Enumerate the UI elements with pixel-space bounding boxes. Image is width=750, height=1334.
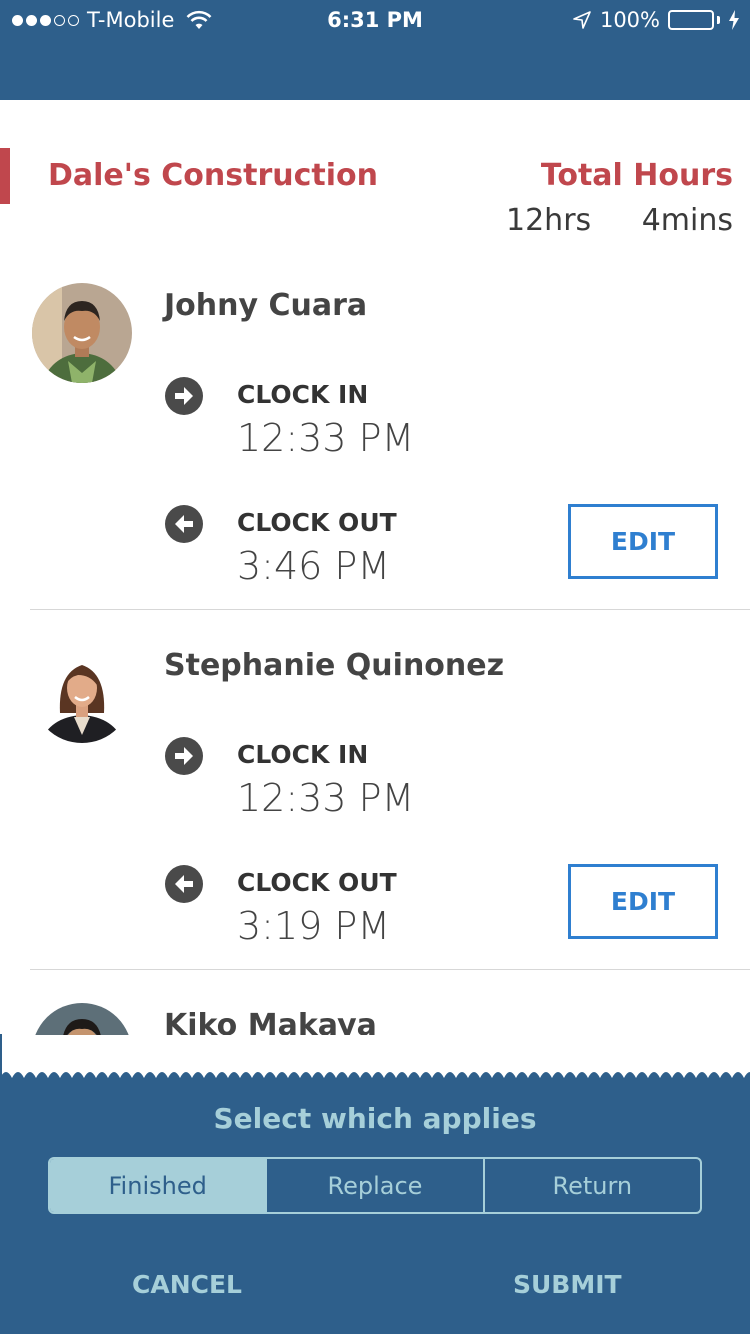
company-accent-bar — [0, 148, 10, 204]
status-right: 100% — [572, 8, 740, 32]
status-bar: T-Mobile 6:31 PM 100% — [0, 0, 750, 40]
edit-button[interactable]: EDIT — [568, 504, 718, 579]
avatar — [32, 643, 132, 743]
location-arrow-icon — [573, 11, 591, 29]
submit-button[interactable]: SUBMIT — [513, 1270, 622, 1299]
worker-entry: Stephanie Quinonez CLOCK IN 12:33 PM CLO… — [0, 610, 750, 970]
clock-out-time: 3:46 PM — [237, 544, 391, 588]
worker-name: Kiko Makaya — [164, 1008, 377, 1035]
clock-out-arrow-icon — [165, 505, 203, 543]
total-hours-label: Total Hours — [540, 158, 733, 193]
company-name: Dale's Construction — [48, 158, 378, 193]
total-minutes-value: 4mins — [641, 203, 733, 238]
option-segmented-control[interactable]: Finished Replace Return — [48, 1157, 702, 1214]
clock-in-arrow-icon — [165, 737, 203, 775]
clock-out-label: CLOCK OUT — [237, 868, 397, 897]
worker-name: Johny Cuara — [164, 288, 368, 323]
charging-bolt-icon — [729, 10, 739, 30]
option-return[interactable]: Return — [485, 1159, 700, 1212]
edit-button[interactable]: EDIT — [568, 864, 718, 939]
avatar — [32, 1003, 132, 1035]
worker-name: Stephanie Quinonez — [164, 648, 505, 683]
clock-in-arrow-icon — [165, 377, 203, 415]
option-finished[interactable]: Finished — [50, 1159, 268, 1212]
clock-out-arrow-icon — [165, 865, 203, 903]
option-replace[interactable]: Replace — [267, 1159, 485, 1212]
clock-in-time: 12:33 PM — [237, 776, 415, 820]
worker-entry: Kiko Makaya — [0, 970, 750, 1035]
app-header: T-Mobile 6:31 PM 100% — [0, 0, 750, 100]
worker-entry: Johny Cuara CLOCK IN 12:33 PM CLOCK OUT … — [0, 250, 750, 610]
total-hours-value: 12hrs — [506, 203, 592, 238]
clock-in-time: 12:33 PM — [237, 416, 415, 460]
panel-prompt: Select which applies — [213, 1102, 537, 1135]
avatar — [32, 283, 132, 383]
clock-in-label: CLOCK IN — [237, 380, 369, 409]
cancel-button[interactable]: CANCEL — [132, 1270, 242, 1299]
worker-list[interactable]: Johny Cuara CLOCK IN 12:33 PM CLOCK OUT … — [0, 250, 750, 1035]
battery-icon — [668, 10, 720, 30]
clock-out-label: CLOCK OUT — [237, 508, 397, 537]
clock-in-label: CLOCK IN — [237, 740, 369, 769]
battery-percent: 100% — [599, 8, 660, 32]
clock-out-time: 3:19 PM — [237, 904, 391, 948]
